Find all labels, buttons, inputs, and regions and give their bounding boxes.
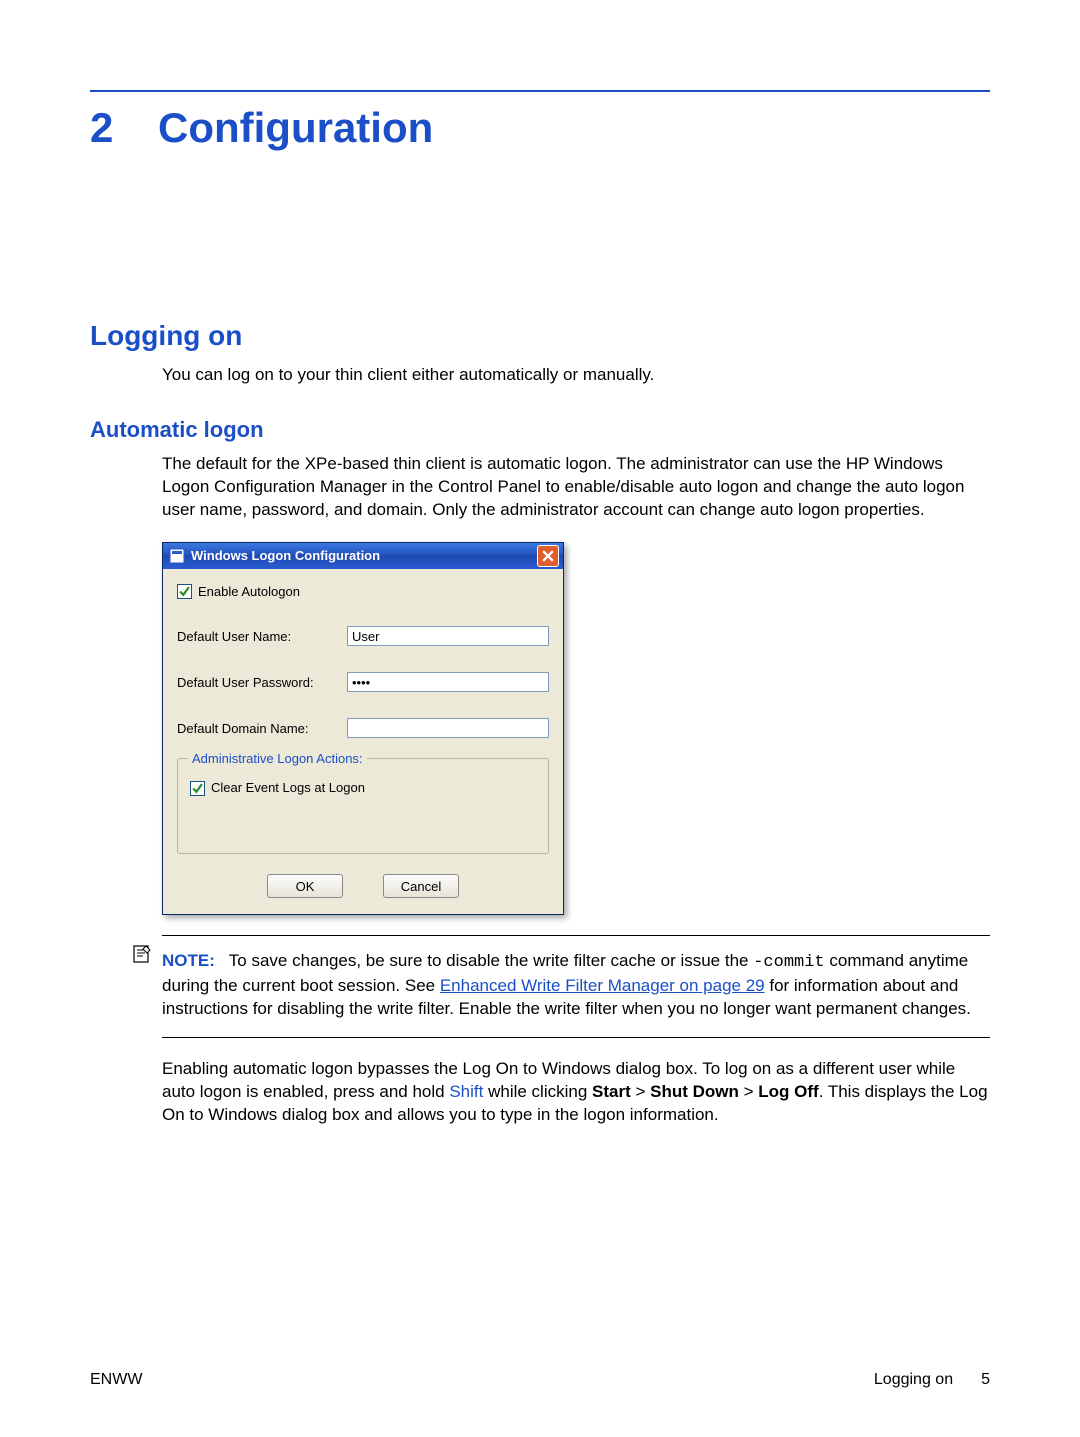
password-label: Default User Password:	[177, 674, 347, 692]
username-row: Default User Name:	[177, 626, 549, 646]
start-menu: Start	[592, 1082, 631, 1101]
note-label: NOTE:	[162, 951, 215, 970]
enable-autologon-label: Enable Autologon	[198, 583, 300, 601]
dialog-title: Windows Logon Configuration	[191, 547, 537, 565]
chapter-title: Configuration	[158, 100, 433, 157]
cancel-button[interactable]: Cancel	[383, 874, 459, 898]
clear-logs-checkbox[interactable]	[190, 781, 205, 796]
footer-section: Logging on	[874, 1369, 953, 1391]
note-code: -commit	[753, 953, 824, 972]
logon-config-dialog: Windows Logon Configuration Enable Autol…	[162, 542, 564, 915]
note-icon	[132, 944, 152, 970]
ewf-manager-link[interactable]: Enhanced Write Filter Manager on page 29	[440, 976, 765, 995]
footer-left: ENWW	[90, 1369, 142, 1391]
chapter-number: 2	[90, 100, 120, 157]
admin-actions-legend: Administrative Logon Actions:	[188, 750, 367, 768]
note-text: NOTE: To save changes, be sure to disabl…	[162, 950, 990, 1021]
shift-key: Shift	[449, 1082, 483, 1101]
p2-gt2: >	[739, 1082, 758, 1101]
section-heading-logging-on: Logging on	[90, 317, 990, 355]
app-icon	[169, 548, 185, 564]
enable-autologon-checkbox[interactable]	[177, 584, 192, 599]
shutdown-menu: Shut Down	[650, 1082, 739, 1101]
domain-row: Default Domain Name:	[177, 718, 549, 738]
note-block: NOTE: To save changes, be sure to disabl…	[162, 935, 990, 1038]
logoff-menu: Log Off	[758, 1082, 818, 1101]
p2-gt1: >	[631, 1082, 650, 1101]
admin-actions-group: Administrative Logon Actions: Clear Even…	[177, 758, 549, 854]
footer-page-number: 5	[981, 1369, 990, 1391]
enable-autologon-row: Enable Autologon	[177, 583, 549, 601]
password-row: Default User Password:	[177, 672, 549, 692]
p2-b: while clicking	[483, 1082, 592, 1101]
top-rule	[90, 90, 990, 92]
ok-button[interactable]: OK	[267, 874, 343, 898]
domain-label: Default Domain Name:	[177, 720, 347, 738]
chapter-heading: 2 Configuration	[90, 100, 990, 157]
section-intro: You can log on to your thin client eithe…	[162, 364, 990, 387]
username-input[interactable]	[347, 626, 549, 646]
dialog-titlebar[interactable]: Windows Logon Configuration	[163, 543, 563, 569]
domain-input[interactable]	[347, 718, 549, 738]
subsection-heading-automatic-logon: Automatic logon	[90, 415, 990, 445]
page-footer: ENWW Logging on 5	[90, 1369, 990, 1391]
auto-logon-shift-paragraph: Enabling automatic logon bypasses the Lo…	[162, 1058, 990, 1127]
password-input[interactable]	[347, 672, 549, 692]
subsection-body: The default for the XPe-based thin clien…	[162, 453, 990, 522]
username-label: Default User Name:	[177, 628, 347, 646]
close-icon[interactable]	[537, 545, 559, 567]
note-part1: To save changes, be sure to disable the …	[229, 951, 753, 970]
clear-logs-label: Clear Event Logs at Logon	[211, 779, 365, 797]
